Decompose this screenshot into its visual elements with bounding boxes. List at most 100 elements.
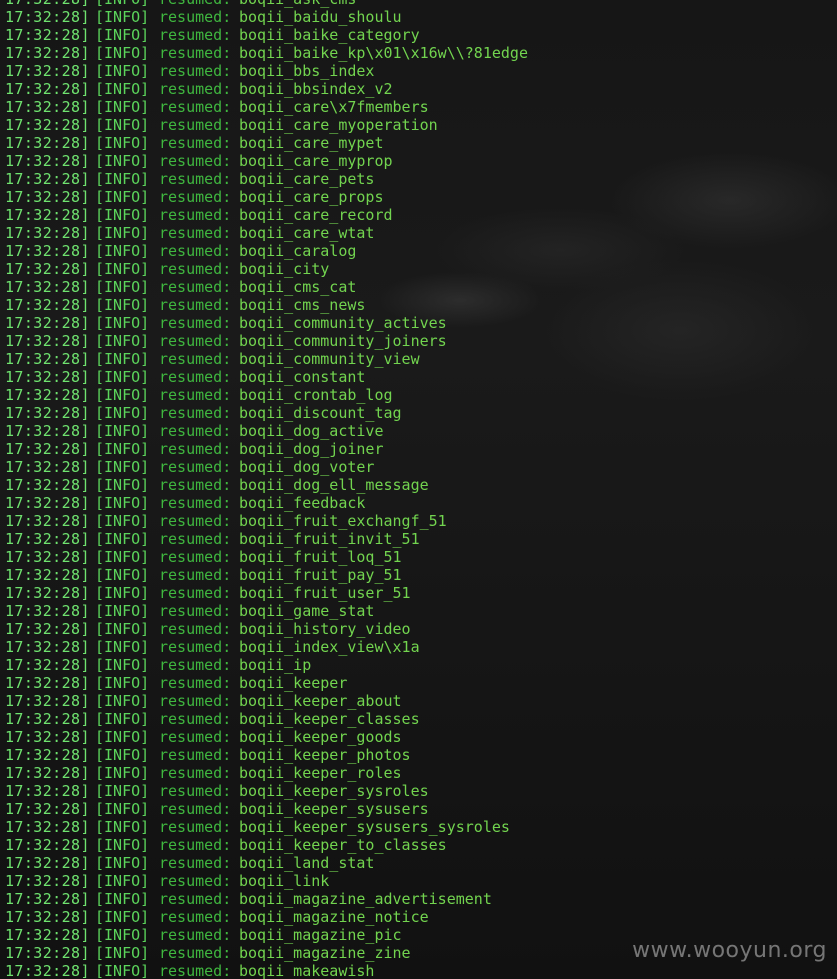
log-timestamp: 17:32:28] <box>5 782 90 800</box>
log-line: 17:32:28] [INFO] resumed: boqii_ip <box>5 656 528 674</box>
log-table-name: boqii_keeper_to_classes <box>239 836 447 854</box>
log-line: 17:32:28] [INFO] resumed: boqii_keeper_phot… <box>5 746 528 764</box>
log-action: resumed: <box>159 116 232 134</box>
log-action: resumed: <box>159 638 232 656</box>
log-table-name: boqii_care_mypet <box>239 134 384 152</box>
log-line: 17:32:28] [INFO] resumed: boqii_keeper_clas… <box>5 710 528 728</box>
log-line: 17:32:28] [INFO] resumed: boqii_care_pets <box>5 170 528 188</box>
log-line: 17:32:28] [INFO] resumed: boqii_magazine_ad… <box>5 890 528 908</box>
log-level: [INFO] <box>95 296 150 314</box>
log-line: 17:32:28] [INFO] resumed: boqii_dog_voter <box>5 458 528 476</box>
log-action: resumed: <box>159 710 232 728</box>
log-timestamp: 17:32:28] <box>5 404 90 422</box>
log-table-name: boqii_fruit_pay_51 <box>239 566 402 584</box>
log-action: resumed: <box>159 782 232 800</box>
log-line: 17:32:28] [INFO] resumed: boqii_keeper_good… <box>5 728 528 746</box>
log-level: [INFO] <box>95 278 150 296</box>
log-line: 17:32:28] [INFO] resumed: boqii_keeper <box>5 674 528 692</box>
log-line: 17:32:28] [INFO] resumed: boqii_land_stat <box>5 854 528 872</box>
log-table-name: boqii_magazine_pic <box>239 926 402 944</box>
log-action: resumed: <box>159 818 232 836</box>
log-table-name: boqii_dog_joiner <box>239 440 384 458</box>
log-timestamp: 17:32:28] <box>5 44 90 62</box>
log-table-name: boqii_care_props <box>239 188 384 206</box>
log-timestamp: 17:32:28] <box>5 674 90 692</box>
log-level: [INFO] <box>95 368 150 386</box>
log-action: resumed: <box>159 872 232 890</box>
log-table-name: boqii_dog_active <box>239 422 384 440</box>
log-table-name: boqii_keeper_sysusers_sysroles <box>239 818 510 836</box>
log-timestamp: 17:32:28] <box>5 80 90 98</box>
log-level: [INFO] <box>95 26 150 44</box>
log-level: [INFO] <box>95 674 150 692</box>
log-timestamp: 17:32:28] <box>5 350 90 368</box>
log-line: 17:32:28] [INFO] resumed: boqii_dog_ell_mes… <box>5 476 528 494</box>
log-timestamp: 17:32:28] <box>5 836 90 854</box>
log-level: [INFO] <box>95 854 150 872</box>
log-action: resumed: <box>159 854 232 872</box>
log-table-name: boqii_care_myprop <box>239 152 393 170</box>
log-level: [INFO] <box>95 260 150 278</box>
log-level: [INFO] <box>95 638 150 656</box>
log-table-name: boqii_keeper_classes <box>239 710 420 728</box>
log-action: resumed: <box>159 314 232 332</box>
log-action: resumed: <box>159 206 232 224</box>
log-line: 17:32:28] [INFO] resumed: boqii_baike_kp\x0… <box>5 44 528 62</box>
log-line: 17:32:28] [INFO] resumed: boqii_keeper_sysu… <box>5 818 528 836</box>
log-table-name: boqii_game_stat <box>239 602 375 620</box>
log-line: 17:32:28] [INFO] resumed: boqii_keeper_role… <box>5 764 528 782</box>
log-timestamp: 17:32:28] <box>5 134 90 152</box>
log-table-name: boqii_community_actives <box>239 314 447 332</box>
log-level: [INFO] <box>95 314 150 332</box>
log-level: [INFO] <box>95 656 150 674</box>
log-timestamp: 17:32:28] <box>5 26 90 44</box>
log-timestamp: 17:32:28] <box>5 800 90 818</box>
log-level: [INFO] <box>95 0 159 8</box>
log-line: 17:32:28] [INFO] resumed: boqii_fruit_excha… <box>5 512 528 530</box>
log-level: [INFO] <box>95 926 150 944</box>
log-line: 17:32:28] [INFO] resumed: boqii_care_record <box>5 206 528 224</box>
log-action: resumed: <box>159 350 232 368</box>
log-table-name: boqii_crontab_log <box>239 386 393 404</box>
log-table-name: boqii_care_myoperation <box>239 116 438 134</box>
log-table-name: boqii_baidu_shoulu <box>239 8 402 26</box>
log-timestamp: 17:32:28] <box>5 926 90 944</box>
log-table-name: boqii_constant <box>239 368 366 386</box>
log-table-name: boqii_feedback <box>239 494 366 512</box>
log-line: 17:32:28] [INFO] resumed: boqii_magazine_no… <box>5 908 528 926</box>
log-level: [INFO] <box>95 944 150 962</box>
log-table-name: boqii_baike_category <box>239 26 420 44</box>
log-level: [INFO] <box>95 494 150 512</box>
log-line: 17:32:28] [INFO] resumed: boqii_community_a… <box>5 314 528 332</box>
log-table-name: boqii_makeawish <box>239 962 375 979</box>
log-line: 17:32:28] [INFO] resumed: boqii_fruit_user_… <box>5 584 528 602</box>
log-action: resumed: <box>159 296 232 314</box>
log-timestamp: 17:32:28] <box>5 332 90 350</box>
log-timestamp: 17:32:28] <box>5 818 90 836</box>
log-level: [INFO] <box>95 332 150 350</box>
log-line: 17:32:28] [INFO] resumed: boqii_fruit_loq_5… <box>5 548 528 566</box>
log-action: resumed: <box>159 440 232 458</box>
log-level: [INFO] <box>95 818 150 836</box>
log-level: [INFO] <box>95 116 150 134</box>
log-table-name: boqii_care_pets <box>239 170 375 188</box>
log-timestamp: 17:32:28] <box>5 710 90 728</box>
log-action: resumed: <box>159 170 232 188</box>
log-table-name: boqii_dog_ell_message <box>239 476 429 494</box>
log-line: 17:32:28] [INFO] resumed: boqii_keeper_sysu… <box>5 800 528 818</box>
log-timestamp: 17:32:28] <box>5 8 90 26</box>
log-line: 17:32:28] [INFO] resumed: boqii_care\x7fmem… <box>5 98 528 116</box>
log-timestamp: 17:32:28] <box>5 386 90 404</box>
log-timestamp: 17:32:28] <box>5 764 90 782</box>
log-level: [INFO] <box>95 620 150 638</box>
terminal-window[interactable]: 17:32:28][INFO]resumed:boqii_ask_cms17:3… <box>0 0 837 979</box>
log-line: 17:32:28][INFO]resumed:boqii_ask_cms <box>5 0 528 8</box>
log-timestamp: 17:32:28] <box>5 908 90 926</box>
log-timestamp: 17:32:28] <box>5 458 90 476</box>
log-table-name: boqii_fruit_loq_51 <box>239 548 402 566</box>
log-table-name: boqii_fruit_user_51 <box>239 584 411 602</box>
log-level: [INFO] <box>95 404 150 422</box>
log-table-name: boqii_cms_news <box>239 296 366 314</box>
log-action: resumed: <box>159 836 232 854</box>
log-table-name: boqii_cms_cat <box>239 278 357 296</box>
